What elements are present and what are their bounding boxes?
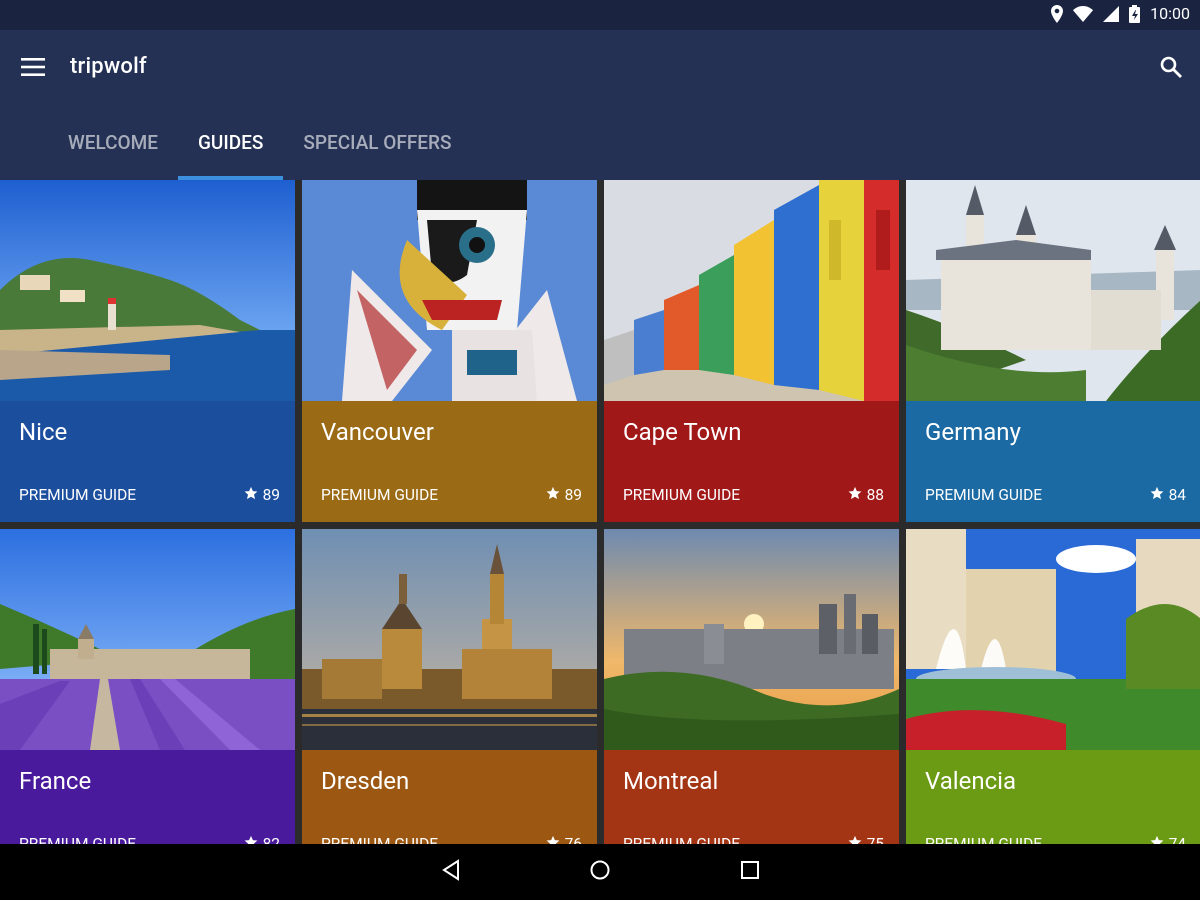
- menu-icon: [21, 58, 45, 80]
- back-button[interactable]: [437, 858, 465, 886]
- recents-button[interactable]: [736, 858, 764, 886]
- guide-rating-value: 89: [262, 486, 280, 504]
- star-icon: [546, 486, 560, 504]
- guide-image: [0, 180, 295, 401]
- tab-bar: WELCOME GUIDES SPECIAL OFFERS: [48, 118, 472, 180]
- guide-rating-value: 82: [262, 835, 280, 844]
- guide-info-panel: Montreal PREMIUM GUIDE 75: [604, 750, 899, 844]
- home-button[interactable]: [586, 858, 614, 886]
- guide-rating: 84: [1150, 486, 1186, 504]
- location-icon: [1051, 4, 1064, 23]
- guide-name: Cape Town: [623, 418, 742, 446]
- guide-image: [604, 180, 899, 401]
- guide-info-panel: Vancouver PREMIUM GUIDE 89: [302, 401, 597, 522]
- guide-rating-value: 89: [564, 486, 582, 504]
- guide-name: Montreal: [623, 767, 719, 795]
- guide-rating-value: 75: [866, 835, 884, 844]
- guide-rating: 89: [546, 486, 582, 504]
- guide-info-panel: Dresden PREMIUM GUIDE 76: [302, 750, 597, 844]
- guide-badge: PREMIUM GUIDE: [925, 486, 1043, 504]
- guide-rating: 75: [848, 835, 884, 844]
- guide-info-panel: Cape Town PREMIUM GUIDE 88: [604, 401, 899, 522]
- guide-badge: PREMIUM GUIDE: [321, 486, 439, 504]
- app-title: tripwolf: [70, 54, 147, 79]
- star-icon: [244, 835, 258, 844]
- guide-name: Valencia: [925, 767, 1017, 795]
- guide-info-panel: Germany PREMIUM GUIDE 84: [906, 401, 1200, 522]
- status-bar: 10:00: [0, 0, 1200, 30]
- guide-badge: PREMIUM GUIDE: [925, 835, 1043, 844]
- guide-card-valencia[interactable]: Valencia PREMIUM GUIDE 74: [906, 529, 1200, 844]
- star-icon: [546, 835, 560, 844]
- guide-image: [906, 180, 1200, 401]
- guide-image: [0, 529, 295, 750]
- guide-image: [604, 529, 899, 750]
- tab-special-offers[interactable]: SPECIAL OFFERS: [283, 118, 471, 180]
- guide-image: [302, 180, 597, 401]
- search-icon: [1160, 56, 1182, 82]
- tab-welcome[interactable]: WELCOME: [48, 118, 178, 180]
- star-icon: [848, 486, 862, 504]
- guide-badge: PREMIUM GUIDE: [19, 835, 137, 844]
- guide-name: France: [19, 767, 92, 795]
- guides-grid: Nice PREMIUM GUIDE 89 Vancouver PREMIUM …: [0, 180, 1200, 844]
- guide-name: Vancouver: [321, 418, 434, 446]
- guide-name: Germany: [925, 418, 1021, 446]
- guide-badge: PREMIUM GUIDE: [623, 486, 741, 504]
- guide-image: [302, 529, 597, 750]
- guide-rating: 76: [546, 835, 582, 844]
- guide-name: Dresden: [321, 767, 410, 795]
- wifi-icon: [1073, 5, 1094, 22]
- guide-rating-value: 84: [1168, 486, 1186, 504]
- guide-name: Nice: [19, 418, 68, 446]
- guide-card-germany[interactable]: Germany PREMIUM GUIDE 84: [906, 180, 1200, 522]
- status-icons: 10:00: [1051, 4, 1190, 23]
- app-bar: tripwolf WELCOME GUIDES SPECIAL OFFERS: [0, 30, 1200, 180]
- guide-image: [906, 529, 1200, 750]
- guide-rating: 74: [1150, 835, 1186, 844]
- guide-card-cape-town[interactable]: Cape Town PREMIUM GUIDE 88: [604, 180, 899, 522]
- guide-rating-value: 74: [1168, 835, 1186, 844]
- guide-info-panel: Nice PREMIUM GUIDE 89: [0, 401, 295, 522]
- star-icon: [1150, 835, 1164, 844]
- guide-badge: PREMIUM GUIDE: [19, 486, 137, 504]
- guide-rating: 88: [848, 486, 884, 504]
- status-time: 10:00: [1150, 4, 1190, 23]
- guide-badge: PREMIUM GUIDE: [623, 835, 741, 844]
- guide-card-vancouver[interactable]: Vancouver PREMIUM GUIDE 89: [302, 180, 597, 522]
- back-icon: [440, 859, 462, 885]
- guide-rating: 89: [244, 486, 280, 504]
- star-icon: [848, 835, 862, 844]
- guide-card-nice[interactable]: Nice PREMIUM GUIDE 89: [0, 180, 295, 522]
- guide-card-france[interactable]: France PREMIUM GUIDE 82: [0, 529, 295, 844]
- guide-badge: PREMIUM GUIDE: [321, 835, 439, 844]
- guide-rating-value: 76: [564, 835, 582, 844]
- system-nav-bar: [0, 844, 1200, 900]
- guide-info-panel: France PREMIUM GUIDE 82: [0, 750, 295, 844]
- guide-card-dresden[interactable]: Dresden PREMIUM GUIDE 76: [302, 529, 597, 844]
- search-button[interactable]: [1154, 52, 1188, 86]
- home-icon: [589, 859, 611, 885]
- star-icon: [1150, 486, 1164, 504]
- guide-rating: 82: [244, 835, 280, 844]
- signal-icon: [1103, 5, 1120, 22]
- recents-icon: [739, 859, 761, 885]
- menu-button[interactable]: [16, 52, 50, 86]
- star-icon: [244, 486, 258, 504]
- guide-card-montreal[interactable]: Montreal PREMIUM GUIDE 75: [604, 529, 899, 844]
- battery-icon: [1129, 4, 1141, 23]
- guide-info-panel: Valencia PREMIUM GUIDE 74: [906, 750, 1200, 844]
- guide-rating-value: 88: [866, 486, 884, 504]
- tab-guides[interactable]: GUIDES: [177, 118, 284, 180]
